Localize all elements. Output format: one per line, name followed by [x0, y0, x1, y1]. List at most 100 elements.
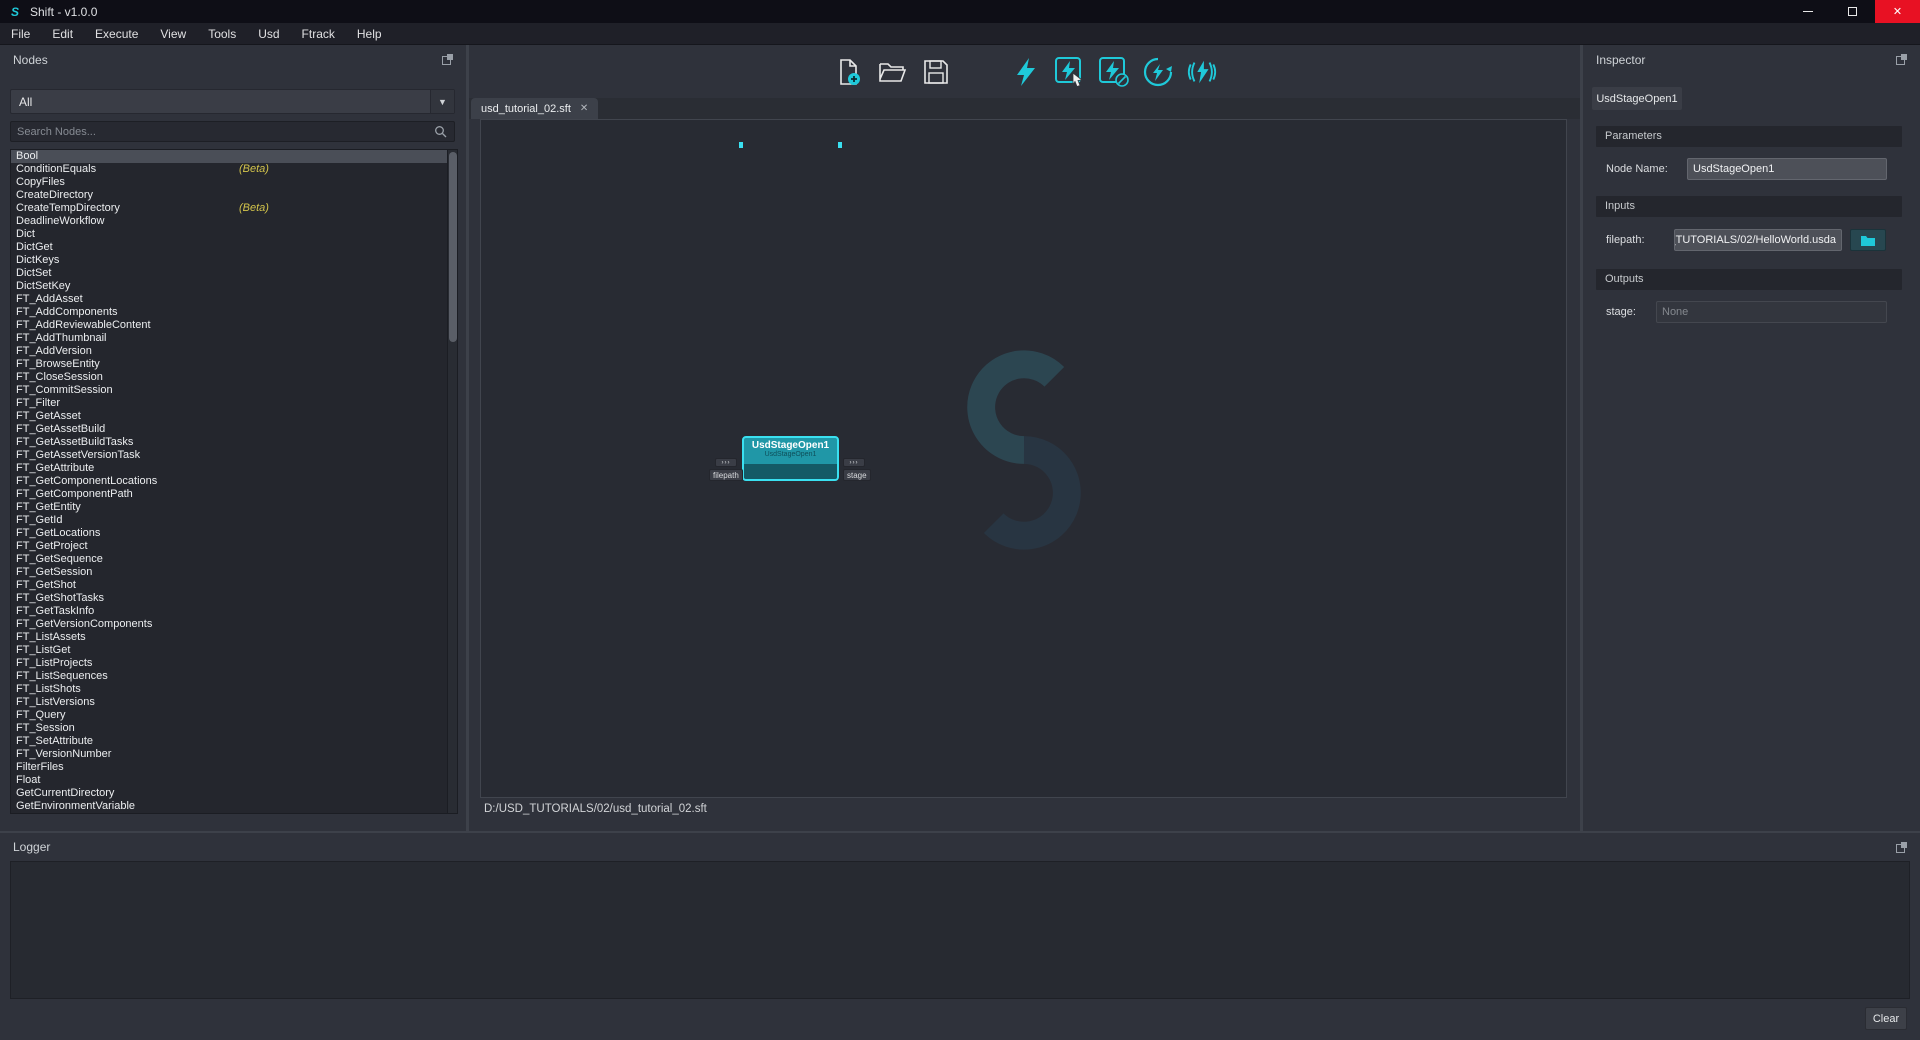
- list-item[interactable]: ConditionEquals (Beta): [11, 163, 457, 176]
- list-item[interactable]: FT_GetAttribute: [11, 462, 457, 475]
- output-port-arrows[interactable]: ›››: [843, 458, 865, 467]
- save-file-button[interactable]: [920, 56, 952, 88]
- list-item[interactable]: FT_AddReviewableContent: [11, 319, 457, 332]
- menu-item[interactable]: Ftrack: [291, 23, 346, 45]
- browse-file-button[interactable]: [1850, 229, 1886, 251]
- list-item-label: FT_Filter: [16, 397, 60, 409]
- open-file-button[interactable]: [876, 56, 908, 88]
- list-item[interactable]: FT_AddComponents: [11, 306, 457, 319]
- list-item[interactable]: FT_GetShotTasks: [11, 592, 457, 605]
- menu-item[interactable]: View: [149, 23, 197, 45]
- minimize-button[interactable]: [1785, 0, 1830, 23]
- float-panel-icon[interactable]: [441, 53, 454, 66]
- list-item[interactable]: DeadlineWorkflow: [11, 215, 457, 228]
- scrollbar-thumb[interactable]: [449, 152, 457, 342]
- list-item[interactable]: FT_GetAsset: [11, 410, 457, 423]
- search-input[interactable]: [11, 126, 434, 138]
- list-item[interactable]: FT_CloseSession: [11, 371, 457, 384]
- list-item[interactable]: FT_GetAssetBuild: [11, 423, 457, 436]
- parameters-section-header: Parameters: [1596, 126, 1902, 147]
- filepath-field[interactable]: D:/USD_TUTORIALS/02/HelloWorld.usda: [1674, 229, 1842, 251]
- outputs-section-header: Outputs: [1596, 269, 1902, 290]
- list-item[interactable]: CreateTempDirectory (Beta): [11, 202, 457, 215]
- node-usdstageopen1[interactable]: UsdStageOpen1 UsdStageOpen1: [742, 436, 839, 481]
- list-item[interactable]: FT_Session: [11, 722, 457, 735]
- execute-live-icon: [1186, 56, 1218, 88]
- list-item[interactable]: FT_ListProjects: [11, 657, 457, 670]
- list-item[interactable]: FT_AddVersion: [11, 345, 457, 358]
- execute-live-button[interactable]: [1186, 56, 1218, 88]
- list-item[interactable]: FT_SetAttribute: [11, 735, 457, 748]
- list-item[interactable]: FT_GetProject: [11, 540, 457, 553]
- list-item-label: FT_GetId: [16, 514, 62, 526]
- list-item[interactable]: FilterFiles: [11, 761, 457, 774]
- list-item[interactable]: FT_GetId: [11, 514, 457, 527]
- list-item[interactable]: FT_ListGet: [11, 644, 457, 657]
- list-item[interactable]: FT_GetSession: [11, 566, 457, 579]
- input-port-arrows[interactable]: ›››: [715, 458, 737, 467]
- list-item[interactable]: FT_GetSequence: [11, 553, 457, 566]
- node-input-port[interactable]: [739, 142, 743, 148]
- list-item[interactable]: FT_BrowseEntity: [11, 358, 457, 371]
- list-item[interactable]: CreateDirectory: [11, 189, 457, 202]
- list-item[interactable]: CopyFiles: [11, 176, 457, 189]
- maximize-button[interactable]: [1830, 0, 1875, 23]
- execute-button[interactable]: [1010, 56, 1042, 88]
- execute-icon: [1012, 57, 1040, 87]
- list-item[interactable]: FT_ListVersions: [11, 696, 457, 709]
- list-item[interactable]: FT_GetComponentPath: [11, 488, 457, 501]
- list-item[interactable]: Bool: [11, 150, 457, 163]
- menu-item[interactable]: File: [0, 23, 41, 45]
- list-item[interactable]: FT_GetAssetBuildTasks: [11, 436, 457, 449]
- execute-selected-button[interactable]: [1054, 56, 1086, 88]
- list-item[interactable]: GetEnvironmentVariable: [11, 800, 457, 813]
- list-item[interactable]: DictKeys: [11, 254, 457, 267]
- list-item[interactable]: Dict: [11, 228, 457, 241]
- list-item[interactable]: FT_CommitSession: [11, 384, 457, 397]
- list-item[interactable]: FT_GetAssetVersionTask: [11, 449, 457, 462]
- close-button[interactable]: ✕: [1875, 0, 1920, 23]
- list-item[interactable]: FT_GetLocations: [11, 527, 457, 540]
- list-item[interactable]: FT_Query: [11, 709, 457, 722]
- clear-button[interactable]: Clear: [1865, 1007, 1907, 1030]
- list-item[interactable]: DictSet: [11, 267, 457, 280]
- list-item[interactable]: FT_GetTaskInfo: [11, 605, 457, 618]
- menu-item[interactable]: Edit: [41, 23, 84, 45]
- list-item[interactable]: FT_Filter: [11, 397, 457, 410]
- list-item[interactable]: FT_ListSequences: [11, 670, 457, 683]
- node-output-port[interactable]: [838, 142, 842, 148]
- list-item-label: FT_GetLocations: [16, 527, 100, 539]
- node-name-field[interactable]: UsdStageOpen1: [1687, 158, 1887, 180]
- tab-close-icon[interactable]: ✕: [580, 103, 588, 114]
- list-item[interactable]: FT_GetEntity: [11, 501, 457, 514]
- node-filter-dropdown[interactable]: All ▼: [10, 89, 455, 114]
- inspector-panel: Inspector UsdStageOpen1 Parameters Node …: [1583, 45, 1920, 831]
- list-item[interactable]: GetCurrentDirectory: [11, 787, 457, 800]
- float-panel-icon[interactable]: [1895, 53, 1908, 66]
- logger-output-area[interactable]: [10, 861, 1910, 999]
- list-item[interactable]: FT_VersionNumber: [11, 748, 457, 761]
- menu-item[interactable]: Tools: [197, 23, 247, 45]
- list-item[interactable]: FT_GetComponentLocations: [11, 475, 457, 488]
- menu-item[interactable]: Help: [346, 23, 393, 45]
- menu-item[interactable]: Execute: [84, 23, 149, 45]
- list-item[interactable]: DictSetKey: [11, 280, 457, 293]
- execute-stop-button[interactable]: [1098, 56, 1130, 88]
- menu-item[interactable]: Usd: [247, 23, 290, 45]
- list-item[interactable]: FT_GetShot: [11, 579, 457, 592]
- node-graph-canvas[interactable]: UsdStageOpen1 UsdStageOpen1 ››› filepath…: [480, 119, 1567, 798]
- float-panel-icon[interactable]: [1895, 841, 1908, 854]
- tab-usd-tutorial-02[interactable]: usd_tutorial_02.sft ✕: [471, 98, 598, 119]
- list-item[interactable]: Float: [11, 774, 457, 787]
- nodes-list-scrollbar[interactable]: [447, 150, 457, 813]
- list-item[interactable]: FT_ListAssets: [11, 631, 457, 644]
- list-item[interactable]: FT_AddAsset: [11, 293, 457, 306]
- inspector-node-tab[interactable]: UsdStageOpen1: [1592, 87, 1682, 110]
- execute-refresh-button[interactable]: [1142, 56, 1174, 88]
- new-file-button[interactable]: [832, 56, 864, 88]
- list-item[interactable]: FT_ListShots: [11, 683, 457, 696]
- list-item[interactable]: FT_AddThumbnail: [11, 332, 457, 345]
- list-item[interactable]: FT_GetVersionComponents: [11, 618, 457, 631]
- list-item[interactable]: DictGet: [11, 241, 457, 254]
- list-item-label: FT_GetAssetVersionTask: [16, 449, 140, 461]
